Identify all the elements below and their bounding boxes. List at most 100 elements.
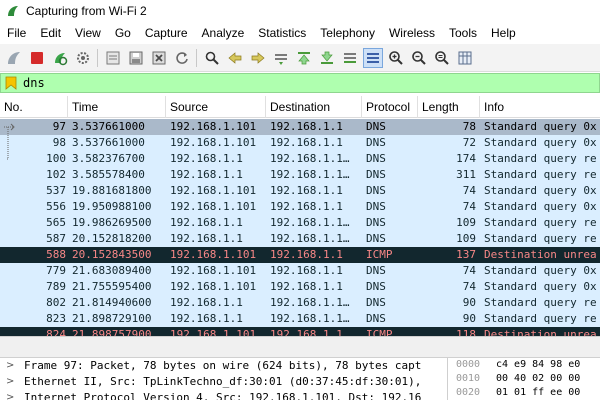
cell-destination: 192.168.1.1…: [270, 152, 350, 165]
cell-time: 20.152843500: [72, 248, 152, 261]
cell-time: 21.755595400: [72, 280, 152, 293]
open-file-icon[interactable]: [103, 48, 123, 68]
cell-time: 19.986269500: [72, 216, 152, 229]
reload-icon[interactable]: [172, 48, 192, 68]
packet-row[interactable]: 97 3.537661000 192.168.1.101 192.168.1.1 DNS…: [0, 119, 600, 135]
cell-time: 3.537661000: [72, 120, 145, 133]
menu-go[interactable]: Go: [108, 22, 138, 44]
packet-row[interactable]: 556 19.950988100 192.168.1.101 192.168.1.1 D…: [0, 199, 600, 215]
packet-bytes-pane[interactable]: 0000 c4 e9 84 98 e0 0010 00 40 02 00 00 00…: [452, 358, 600, 400]
bytes-row: 0000 c4 e9 84 98 e0: [452, 358, 600, 372]
column-header-info[interactable]: Info: [480, 96, 600, 118]
chevron-right-icon[interactable]: >: [6, 390, 16, 400]
zoom-out-icon[interactable]: [409, 48, 429, 68]
bookmark-icon[interactable]: [5, 76, 17, 90]
cell-source: 192.168.1.101: [170, 248, 257, 261]
close-file-icon[interactable]: [149, 48, 169, 68]
packet-row[interactable]: 565 19.986269500 192.168.1.1 192.168.1.1… DN…: [0, 215, 600, 231]
column-header-time[interactable]: Time: [68, 96, 166, 118]
pane-splitter[interactable]: [0, 336, 600, 358]
menu-help[interactable]: Help: [484, 22, 523, 44]
cell-destination: 192.168.1.1: [270, 264, 343, 277]
packet-row[interactable]: 789 21.755595400 192.168.1.101 192.168.1.1 D…: [0, 279, 600, 295]
cell-source: 192.168.1.1: [170, 168, 243, 181]
packet-row[interactable]: 824 21.898757900 192.168.1.101 192.168.1.1 I…: [0, 327, 600, 336]
bytes-offset: 0000: [456, 359, 481, 370]
packet-row[interactable]: 802 21.814940600 192.168.1.1 192.168.1.1… DN…: [0, 295, 600, 311]
detail-text: Ethernet II, Src: TpLinkTechno_df:30:01 …: [24, 375, 422, 388]
save-file-icon[interactable]: [126, 48, 146, 68]
cell-destination: 192.168.1.1…: [270, 232, 350, 245]
packet-row[interactable]: 100 3.582376700 192.168.1.1 192.168.1.1… DNS…: [0, 151, 600, 167]
packet-row[interactable]: 102 3.585578400 192.168.1.1 192.168.1.1… DNS…: [0, 167, 600, 183]
column-header-length[interactable]: Length: [418, 96, 480, 118]
menu-capture[interactable]: Capture: [138, 22, 195, 44]
cell-no: 537: [46, 184, 66, 197]
cell-source: 192.168.1.101: [170, 200, 257, 213]
cell-source: 192.168.1.1: [170, 216, 243, 229]
find-packet-icon[interactable]: [202, 48, 222, 68]
restart-capture-icon[interactable]: [50, 48, 70, 68]
packet-details-pane[interactable]: > Frame 97: Packet, 78 bytes on wire (62…: [0, 358, 448, 400]
cell-length: 118: [456, 328, 476, 336]
cell-source: 192.168.1.1: [170, 232, 243, 245]
cell-no: 779: [46, 264, 66, 277]
column-header-protocol[interactable]: Protocol: [362, 96, 418, 118]
go-back-icon[interactable]: [225, 48, 245, 68]
capture-options-gear-icon[interactable]: [73, 48, 93, 68]
column-header-source[interactable]: Source: [166, 96, 266, 118]
chevron-right-icon[interactable]: >: [6, 358, 16, 374]
cell-info: Standard query 0x: [484, 120, 597, 133]
colorize-icon[interactable]: [362, 47, 383, 68]
packet-list[interactable]: No. Time Source Destination Protocol Len…: [0, 96, 600, 336]
cell-info: Standard query re: [484, 168, 597, 181]
cell-time: 19.950988100: [72, 200, 152, 213]
cell-length: 90: [462, 312, 476, 325]
window-title: Capturing from Wi-Fi 2: [26, 4, 147, 18]
packet-row[interactable]: 98 3.537661000 192.168.1.101 192.168.1.1 DNS…: [0, 135, 600, 151]
go-last-icon[interactable]: [317, 48, 337, 68]
menu-tools[interactable]: Tools: [442, 22, 484, 44]
zoom-in-icon[interactable]: [386, 48, 406, 68]
bytes-offset: 0020: [456, 387, 481, 398]
menu-analyze[interactable]: Analyze: [195, 22, 252, 44]
cell-protocol: DNS: [366, 280, 386, 293]
packet-row[interactable]: 823 21.898729100 192.168.1.1 192.168.1.1… DN…: [0, 311, 600, 327]
cell-info: Standard query 0x: [484, 280, 597, 293]
resize-columns-icon[interactable]: [455, 48, 475, 68]
menu-statistics[interactable]: Statistics: [251, 22, 313, 44]
detail-row-frame[interactable]: > Frame 97: Packet, 78 bytes on wire (62…: [0, 358, 447, 374]
shark-fin-start-icon[interactable]: [4, 48, 24, 68]
packet-row[interactable]: 588 20.152843500 192.168.1.101 192.168.1.1 I…: [0, 247, 600, 263]
cell-source: 192.168.1.1: [170, 152, 243, 165]
zoom-normal-icon[interactable]: [432, 48, 452, 68]
packet-row[interactable]: 587 20.152818200 192.168.1.1 192.168.1.1… DN…: [0, 231, 600, 247]
cell-source: 192.168.1.101: [170, 120, 257, 133]
menu-telephony[interactable]: Telephony: [313, 22, 382, 44]
detail-row-ipv4[interactable]: > Internet Protocol Version 4, Src: 192.…: [0, 390, 447, 400]
chevron-right-icon[interactable]: >: [6, 374, 16, 390]
packet-row[interactable]: 537 19.881681800 192.168.1.101 192.168.1.1 D…: [0, 183, 600, 199]
packet-row[interactable]: 779 21.683089400 192.168.1.101 192.168.1.1 D…: [0, 263, 600, 279]
menu-file[interactable]: File: [0, 22, 33, 44]
stop-square-icon[interactable]: [27, 48, 47, 68]
menu-wireless[interactable]: Wireless: [382, 22, 442, 44]
go-to-packet-icon[interactable]: [271, 48, 291, 68]
cell-destination: 192.168.1.1: [270, 200, 343, 213]
column-header-destination[interactable]: Destination: [266, 96, 362, 118]
cell-protocol: DNS: [366, 200, 386, 213]
autoscroll-icon[interactable]: [340, 48, 360, 68]
bytes-hex: 01 01 ff ee 00: [496, 387, 581, 398]
display-filter-input[interactable]: dns: [23, 76, 45, 90]
cell-time: 19.881681800: [72, 184, 152, 197]
cell-time: 21.898729100: [72, 312, 152, 325]
go-first-icon[interactable]: [294, 48, 314, 68]
cell-protocol: DNS: [366, 312, 386, 325]
cell-no: 587: [46, 232, 66, 245]
menu-view[interactable]: View: [68, 22, 108, 44]
detail-row-ethernet[interactable]: > Ethernet II, Src: TpLinkTechno_df:30:0…: [0, 374, 447, 390]
menu-edit[interactable]: Edit: [33, 22, 68, 44]
display-filter-bar[interactable]: dns: [0, 73, 600, 93]
column-header-no[interactable]: No.: [0, 96, 68, 118]
go-forward-icon[interactable]: [248, 48, 268, 68]
